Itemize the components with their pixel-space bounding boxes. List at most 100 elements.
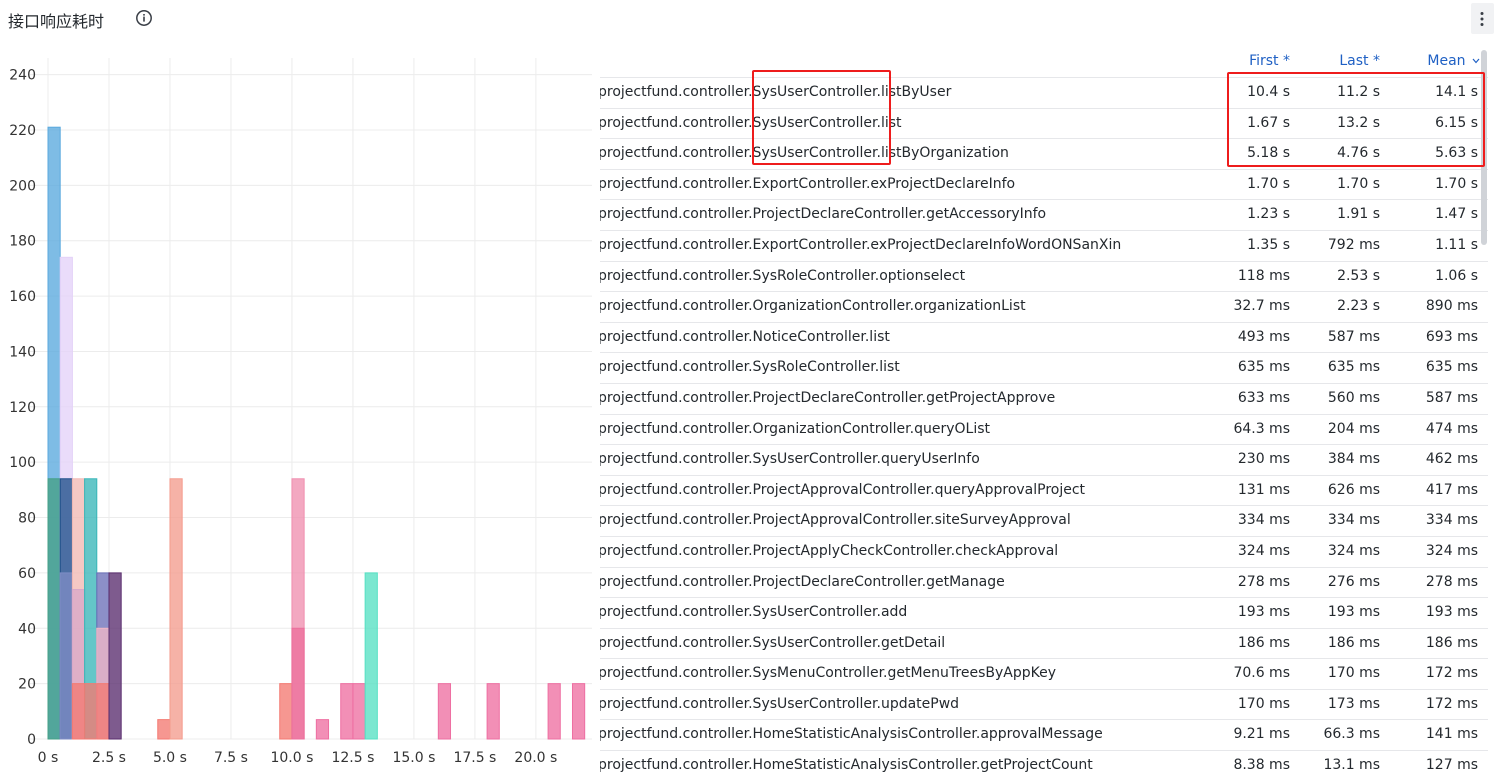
histogram-bar[interactable] [315,719,330,740]
last-value: 186 ms [1327,634,1380,651]
table-row[interactable]: projectfund.controller.OrganizationContr… [600,415,1488,446]
last-value: 11.2 s [1337,84,1380,100]
mean-value: 635 ms [1425,359,1478,376]
table-row[interactable]: projectfund.controller.NoticeController.… [600,323,1488,354]
mean-value: 186 ms [1425,634,1478,651]
table-row[interactable]: projectfund.controller.SysUserController… [600,629,1488,660]
first-value: 334 ms [1237,512,1290,529]
table-row[interactable]: projectfund.controller.ProjectApprovalCo… [600,506,1488,537]
endpoint-name: projectfund.controller.SysUserController… [600,604,908,621]
table-row[interactable]: projectfund.controller.SysUserController… [600,598,1488,629]
first-value: 186 ms [1237,634,1290,651]
table-row[interactable]: projectfund.controller.SysUserController… [600,445,1488,476]
table-row[interactable]: projectfund.controller.SysRoleController… [600,353,1488,384]
endpoint-name: projectfund.controller.SysUserController… [600,84,952,100]
last-value: 13.1 ms [1323,757,1380,774]
endpoint-name: projectfund.controller.SysMenuController… [600,665,1057,682]
mean-value: 324 ms [1425,542,1478,559]
y-tick-label: 100 [9,455,36,471]
histogram-bar[interactable] [157,719,171,740]
histogram-bar[interactable] [364,572,378,740]
last-value: 4.76 s [1337,145,1380,162]
first-value: 64.3 ms [1233,420,1290,437]
last-value: 1.91 s [1337,206,1380,223]
last-value: 587 ms [1327,328,1380,345]
mean-value: 1.47 s [1435,206,1478,223]
kebab-menu-icon [1480,12,1484,26]
y-tick-label: 240 [9,68,36,84]
table-row[interactable]: projectfund.controller.OrganizationContr… [600,292,1488,323]
panel-menu-button[interactable] [1471,3,1494,34]
table-row[interactable]: projectfund.controller.ExportController.… [600,231,1488,262]
last-value: 1.70 s [1337,175,1380,192]
endpoint-name: projectfund.controller.OrganizationContr… [600,420,990,437]
histogram-bar[interactable] [291,627,305,740]
table-row[interactable]: projectfund.controller.SysRoleController… [600,262,1488,293]
endpoint-name: projectfund.controller.ProjectApprovalCo… [600,481,1086,498]
y-tick-label: 40 [18,621,36,637]
mean-value: 5.63 s [1435,145,1478,162]
table-row[interactable]: projectfund.controller.HomeStatisticAnal… [600,751,1488,774]
column-header-mean[interactable]: Mean [1427,53,1480,69]
last-value: 276 ms [1327,573,1380,590]
table-row[interactable]: projectfund.controller.SysUserController… [600,78,1488,109]
column-header-mean-label: Mean [1427,53,1466,69]
table-row[interactable]: projectfund.controller.ProjectDeclareCon… [600,568,1488,599]
x-tick-label: 2.5 s [92,750,126,766]
table-row[interactable]: projectfund.controller.ExportController.… [600,170,1488,201]
first-value: 1.67 s [1247,114,1290,131]
histogram-bar[interactable] [571,683,586,740]
x-tick-label: 17.5 s [453,750,496,766]
histogram-bar[interactable] [547,683,561,740]
table-row[interactable]: projectfund.controller.ProjectApprovalCo… [600,476,1488,507]
endpoint-name: projectfund.controller.SysUserController… [600,451,980,468]
endpoint-name: projectfund.controller.SysUserController… [600,145,1009,162]
table-row[interactable]: projectfund.controller.SysUserController… [600,109,1488,140]
table-row[interactable]: projectfund.controller.SysMenuController… [600,659,1488,690]
x-tick-label: 0 s [38,750,59,766]
table-row[interactable]: projectfund.controller.HomeStatisticAnal… [600,720,1488,752]
first-value: 493 ms [1237,328,1290,345]
mean-value: 587 ms [1425,389,1478,406]
info-circle-icon[interactable] [135,9,153,27]
column-header-first[interactable]: First * [1249,53,1290,69]
mean-value: 278 ms [1425,573,1478,590]
first-value: 32.7 ms [1233,298,1290,315]
y-tick-label: 160 [9,289,36,305]
chart-bars [47,126,586,740]
histogram-bar[interactable] [352,683,366,740]
y-tick-label: 80 [18,511,36,527]
mean-value: 14.1 s [1435,84,1478,100]
histogram-bar[interactable] [340,683,354,740]
column-header-last[interactable]: Last * [1339,53,1380,69]
histogram-bar[interactable] [437,683,452,740]
table-row[interactable]: projectfund.controller.ProjectDeclareCon… [600,200,1488,231]
table-row[interactable]: projectfund.controller.ProjectApplyCheck… [600,537,1488,568]
mean-value: 1.11 s [1435,236,1478,253]
histogram-bar[interactable] [71,683,86,740]
y-axis-ticks: 0 20 40 60 80 100 120 140 160 180 200 220 240 [9,68,36,748]
endpoint-name: projectfund.controller.NoticeController.… [600,328,890,345]
histogram-bar[interactable] [96,683,110,740]
first-value: 635 ms [1237,359,1290,376]
endpoint-name: projectfund.controller.ProjectApplyCheck… [600,542,1059,559]
histogram-bar[interactable] [59,572,73,740]
table-row[interactable]: projectfund.controller.SysUserController… [600,139,1488,170]
mean-value: 462 ms [1425,451,1478,468]
table-row[interactable]: projectfund.controller.SysUserController… [600,690,1488,721]
histogram-bar[interactable] [169,478,183,740]
panel-title: 接口响应耗时 [8,12,105,31]
histogram-bar[interactable] [47,478,61,740]
mean-value: 1.06 s [1435,267,1478,284]
last-value: 66.3 ms [1323,726,1380,743]
histogram-bar[interactable] [84,683,98,740]
histogram-bar[interactable] [279,683,293,740]
mean-value: 172 ms [1425,665,1478,682]
table-body: projectfund.controller.SysUserController… [600,78,1488,774]
first-value: 1.35 s [1247,236,1290,253]
histogram-bar[interactable] [108,572,122,740]
histogram-bar[interactable] [486,683,500,740]
table-scrollbar[interactable] [1481,50,1487,245]
endpoint-name: projectfund.controller.SysRoleController… [600,267,966,284]
table-row[interactable]: projectfund.controller.ProjectDeclareCon… [600,384,1488,415]
